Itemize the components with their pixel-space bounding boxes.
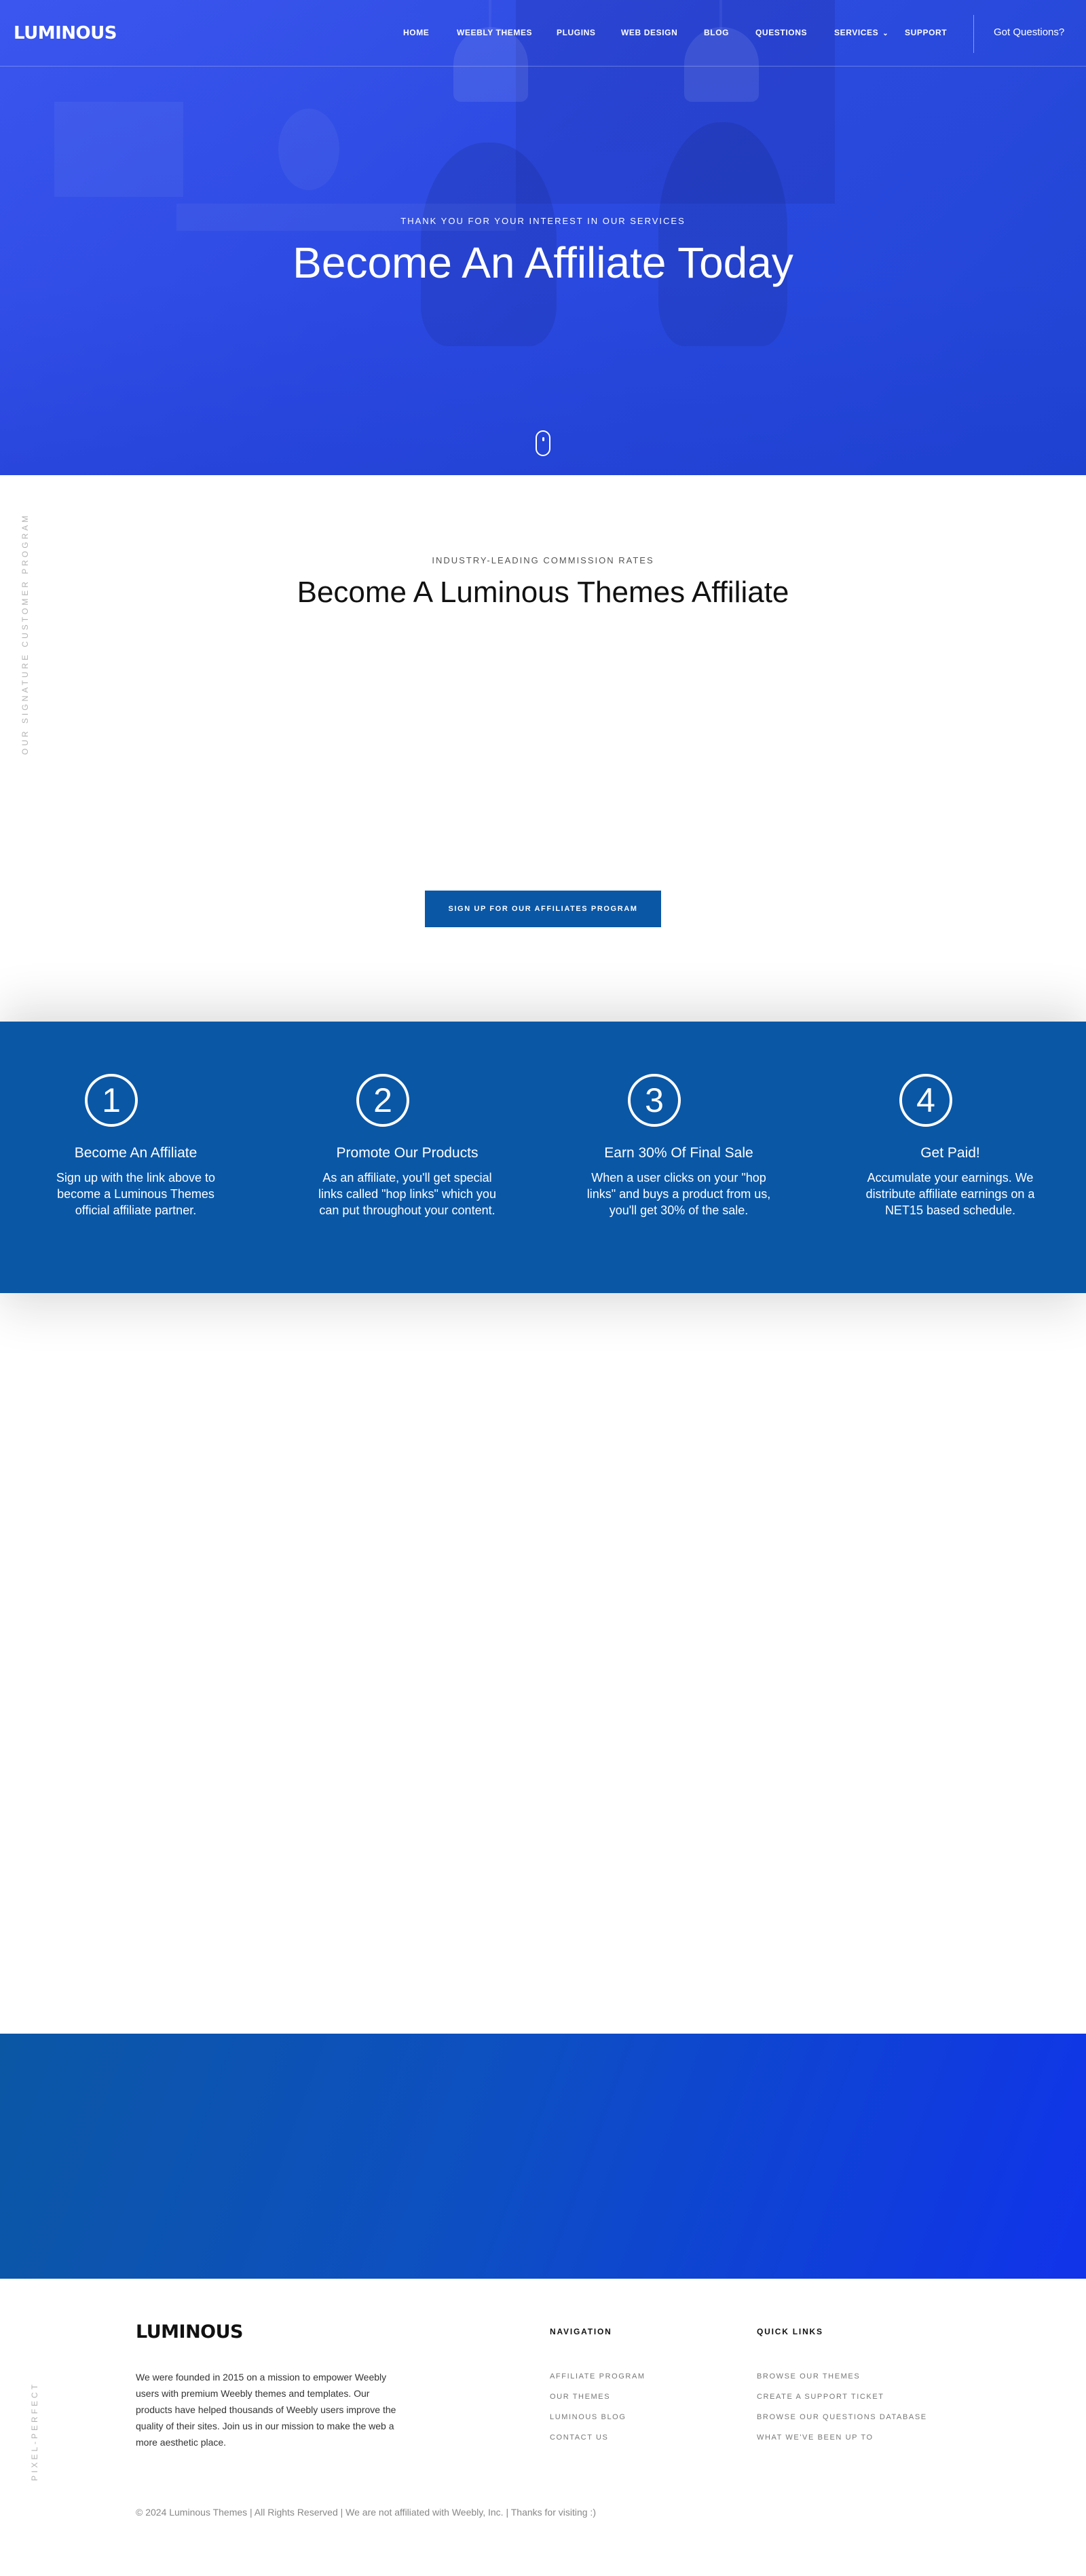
footer-about-text: We were founded in 2015 on a mission to … (136, 2372, 396, 2448)
footer-link-our-themes[interactable]: OUR THEMES (550, 2393, 610, 2401)
step-card: 1 Become An Affiliate Sign up with the l… (0, 1022, 272, 1293)
mouse-wheel (542, 437, 544, 441)
step-card: 4 Get Paid! Accumulate your earnings. We… (814, 1022, 1086, 1293)
step-title: Get Paid! (920, 1145, 980, 1161)
vertical-side-text: OUR SIGNATURE CUSTOMER PROGRAM (20, 512, 30, 755)
nav-item-web-design[interactable]: WEB DESIGN (621, 28, 677, 37)
chevron-down-icon: ⌄ (882, 30, 889, 37)
nav-item-blog[interactable]: BLOG (704, 28, 729, 37)
top-navigation-bar: LUMINOUS HOME WEEBLY THEMES PLUGINS WEB … (0, 0, 1086, 67)
footer-link-contact-us[interactable]: CONTACT US (550, 2433, 609, 2442)
footer-link-questions-database[interactable]: BROWSE OUR QUESTIONS DATABASE (757, 2413, 927, 2421)
footer-navigation-heading: NAVIGATION (550, 2327, 612, 2336)
nav-item-services-label: SERVICES (834, 28, 879, 37)
step-card: 3 Earn 30% Of Final Sale When a user cli… (543, 1022, 814, 1293)
footer-link-browse-themes[interactable]: BROWSE OUR THEMES (757, 2372, 860, 2381)
step-text: Accumulate your earnings. We distribute … (865, 1171, 1035, 1217)
footer-quick-links-heading: QUICK LINKS (757, 2327, 823, 2336)
step-number-circle: 1 (85, 1074, 138, 1127)
nav-item-home[interactable]: HOME (403, 28, 429, 37)
intro-kicker: INDUSTRY-LEADING COMMISSION RATES (432, 555, 654, 565)
nav-item-plugins[interactable]: PLUGINS (557, 28, 596, 37)
step-text: As an affiliate, you'll get special link… (318, 1171, 496, 1217)
step-text: Sign up with the link above to become a … (56, 1171, 216, 1217)
steps-section: 1 Become An Affiliate Sign up with the l… (0, 1022, 1086, 1293)
footer-logo[interactable]: LUMINOUS (136, 2321, 244, 2342)
nav-item-weebly-themes[interactable]: WEEBLY THEMES (457, 28, 532, 37)
blue-gradient-band (0, 2034, 1086, 2279)
nav-item-questions[interactable]: QUESTIONS (755, 28, 807, 37)
step-number-circle: 3 (628, 1074, 681, 1127)
hero-section: LUMINOUS HOME WEEBLY THEMES PLUGINS WEB … (0, 0, 1086, 475)
footer-link-affiliate-program[interactable]: AFFILIATE PROGRAM (550, 2372, 645, 2381)
signup-affiliate-button[interactable]: SIGN UP FOR OUR AFFILIATES PROGRAM (425, 891, 661, 927)
footer-link-luminous-blog[interactable]: LUMINOUS BLOG (550, 2413, 626, 2421)
step-number-circle: 4 (899, 1074, 952, 1127)
intro-title: Become A Luminous Themes Affiliate (297, 576, 789, 609)
scroll-down-mouse-icon[interactable] (536, 430, 550, 456)
footer-link-what-weve-been-up-to[interactable]: WHAT WE'VE BEEN UP TO (757, 2433, 874, 2442)
step-title: Earn 30% Of Final Sale (604, 1145, 753, 1161)
footer-copyright: © 2024 Luminous Themes | All Rights Rese… (136, 2507, 596, 2518)
hero-title: Become An Affiliate Today (293, 238, 793, 287)
footer-vertical-text: PIXEL-PERFECT (30, 2381, 39, 2481)
main-nav: HOME WEEBLY THEMES PLUGINS WEB DESIGN BL… (0, 0, 1086, 67)
step-number-circle: 2 (356, 1074, 409, 1127)
nav-divider (973, 15, 974, 53)
step-title: Promote Our Products (336, 1145, 479, 1161)
nav-item-services[interactable]: SERVICES ⌄ (834, 28, 888, 37)
nav-item-support[interactable]: SUPPORT (905, 28, 947, 37)
got-questions-link[interactable]: Got Questions? (994, 26, 1064, 38)
hero-kicker: THANK YOU FOR YOUR INTEREST IN OUR SERVI… (400, 216, 686, 226)
step-title: Become An Affiliate (74, 1145, 198, 1161)
footer-link-support-ticket[interactable]: CREATE A SUPPORT TICKET (757, 2393, 884, 2401)
step-card: 2 Promote Our Products As an affiliate, … (272, 1022, 543, 1293)
step-text: When a user clicks on your "hop links" a… (586, 1171, 771, 1217)
